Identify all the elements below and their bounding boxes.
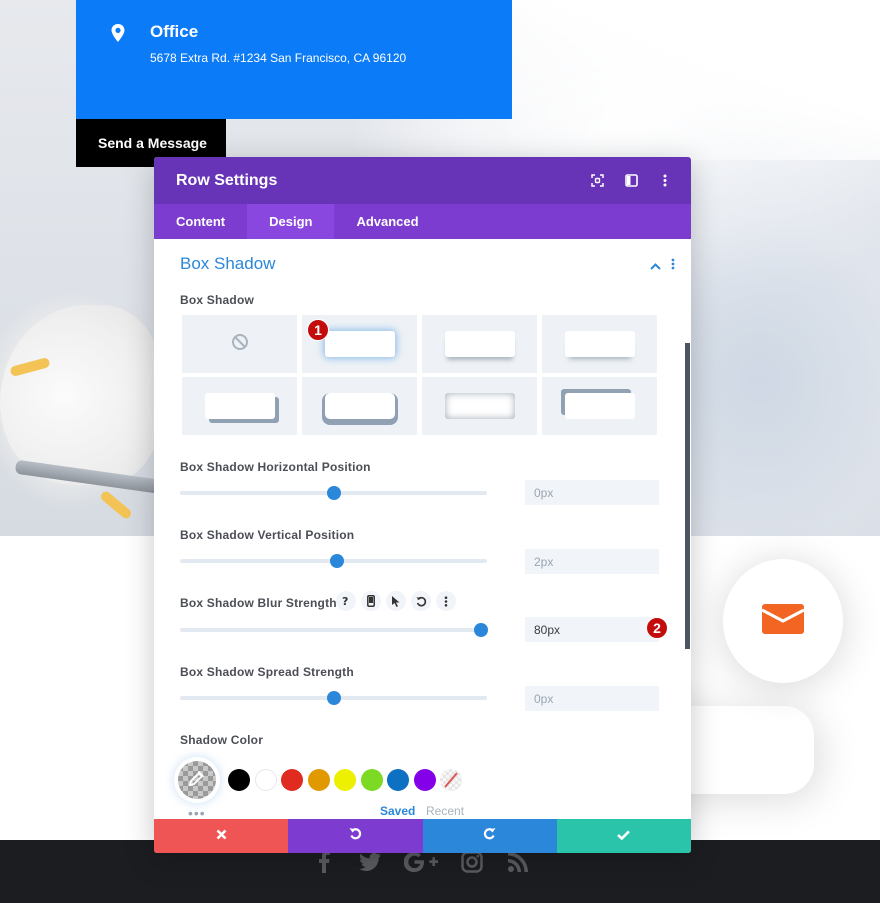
- check-icon: [617, 827, 631, 845]
- swatch[interactable]: [387, 769, 409, 791]
- slider-thumb[interactable]: [329, 554, 344, 568]
- spread-strength-slider[interactable]: [180, 691, 487, 705]
- slider-thumb[interactable]: [326, 486, 341, 500]
- reset-icon[interactable]: [411, 591, 431, 611]
- preset-preview: [204, 393, 275, 419]
- more-vertical-icon[interactable]: [657, 173, 673, 189]
- vertical-position-label: Box Shadow Vertical Position: [180, 528, 355, 542]
- undo-icon: [349, 827, 362, 845]
- color-picker[interactable]: [178, 761, 216, 799]
- horizontal-position-input[interactable]: 0px: [525, 480, 659, 505]
- office-info-card: Office 5678 Extra Rd. #1234 San Francisc…: [76, 0, 512, 119]
- none-icon: [231, 333, 249, 356]
- hero-highlight: [510, 0, 880, 160]
- swatch[interactable]: [360, 769, 383, 791]
- swatch[interactable]: [413, 769, 436, 791]
- tab-advanced[interactable]: Advanced: [334, 204, 440, 239]
- vertical-position-slider[interactable]: [180, 554, 487, 568]
- preset-5[interactable]: [302, 377, 417, 435]
- hero-object: [0, 305, 160, 485]
- settings-tabs: Content Design Advanced: [154, 204, 691, 239]
- swatch[interactable]: [281, 769, 303, 791]
- swatch[interactable]: [334, 769, 356, 791]
- mobile-icon[interactable]: [361, 591, 381, 611]
- rss-icon[interactable]: [506, 850, 530, 874]
- facebook-icon[interactable]: [312, 850, 336, 874]
- save-button[interactable]: [556, 819, 691, 853]
- shadow-color-label: Shadow Color: [180, 733, 264, 747]
- slider-thumb[interactable]: [326, 691, 341, 705]
- recent-colors-tab[interactable]: Recent: [426, 804, 464, 818]
- modal-scrollbar[interactable]: [685, 343, 690, 649]
- redo-button[interactable]: [422, 819, 557, 853]
- row-settings-modal: Row Settings Content Design Advanced Box…: [154, 157, 691, 853]
- tab-design[interactable]: Design: [247, 204, 335, 239]
- preset-6[interactable]: [422, 377, 537, 435]
- section-title[interactable]: Box Shadow: [180, 254, 275, 274]
- box-shadow-label: Box Shadow: [180, 293, 255, 307]
- split-view-icon[interactable]: [623, 173, 639, 189]
- blur-strength-input[interactable]: 80px: [525, 617, 659, 642]
- spread-strength-input[interactable]: 0px: [525, 686, 659, 711]
- color-swatches: [178, 761, 467, 799]
- redo-icon: [483, 827, 496, 845]
- blur-strength-slider[interactable]: [180, 623, 488, 637]
- preset-preview: [324, 331, 395, 357]
- swatch[interactable]: [228, 769, 250, 791]
- fullscreen-icon[interactable]: [589, 173, 605, 189]
- eyedropper-icon: [188, 769, 206, 792]
- social-links: [312, 850, 530, 874]
- map-pin-icon: [110, 24, 126, 42]
- preset-4[interactable]: [182, 377, 297, 435]
- more-vertical-icon[interactable]: [436, 591, 456, 611]
- preset-preview: [444, 393, 515, 419]
- vertical-position-input[interactable]: 2px: [525, 549, 659, 574]
- help-icon[interactable]: ?: [336, 591, 356, 611]
- cancel-button[interactable]: [154, 819, 289, 853]
- close-icon: [216, 827, 227, 845]
- cursor-icon[interactable]: [386, 591, 406, 611]
- instagram-icon[interactable]: [460, 850, 484, 874]
- modal-title: Row Settings: [176, 171, 278, 189]
- office-title: Office: [150, 22, 199, 41]
- box-shadow-presets: [182, 315, 657, 435]
- swatch[interactable]: [254, 769, 277, 791]
- preset-7[interactable]: [542, 377, 657, 435]
- spread-strength-label: Box Shadow Spread Strength: [180, 665, 354, 679]
- undo-button[interactable]: [288, 819, 423, 853]
- contact-icon-circle: [723, 559, 843, 683]
- saved-colors-tab[interactable]: Saved: [380, 804, 415, 818]
- swatch-transparent[interactable]: [440, 769, 462, 791]
- preset-preview: [444, 331, 515, 357]
- annotation-badge-1: 1: [307, 319, 329, 341]
- preset-2[interactable]: [422, 315, 537, 373]
- preset-none[interactable]: [182, 315, 297, 373]
- hero-accent: [98, 489, 134, 521]
- office-address: 5678 Extra Rd. #1234 San Francisco, CA 9…: [150, 51, 407, 65]
- chevron-up-icon[interactable]: [650, 257, 661, 275]
- google-plus-icon[interactable]: [404, 850, 438, 874]
- envelope-icon: [761, 603, 805, 639]
- more-vertical-icon[interactable]: [671, 257, 675, 275]
- swatch[interactable]: [307, 769, 330, 791]
- modal-action-bar: [154, 819, 691, 853]
- horizontal-position-slider[interactable]: [180, 486, 487, 500]
- tab-content[interactable]: Content: [154, 204, 247, 239]
- preset-3[interactable]: [542, 315, 657, 373]
- blur-strength-label: Box Shadow Blur Strength: [180, 596, 337, 610]
- svg-text:?: ?: [342, 595, 348, 607]
- slider-thumb[interactable]: [473, 623, 488, 637]
- preset-preview: [324, 393, 395, 419]
- modal-body: Box Shadow Box Shadow 1 Box Shadow Horiz…: [154, 239, 691, 821]
- annotation-badge-2: 2: [646, 617, 668, 639]
- preset-preview: [564, 331, 635, 357]
- horizontal-position-label: Box Shadow Horizontal Position: [180, 460, 371, 474]
- preset-preview: [564, 393, 635, 419]
- field-tools: ?: [336, 591, 456, 611]
- modal-header: Row Settings: [154, 157, 691, 204]
- twitter-icon[interactable]: [358, 850, 382, 874]
